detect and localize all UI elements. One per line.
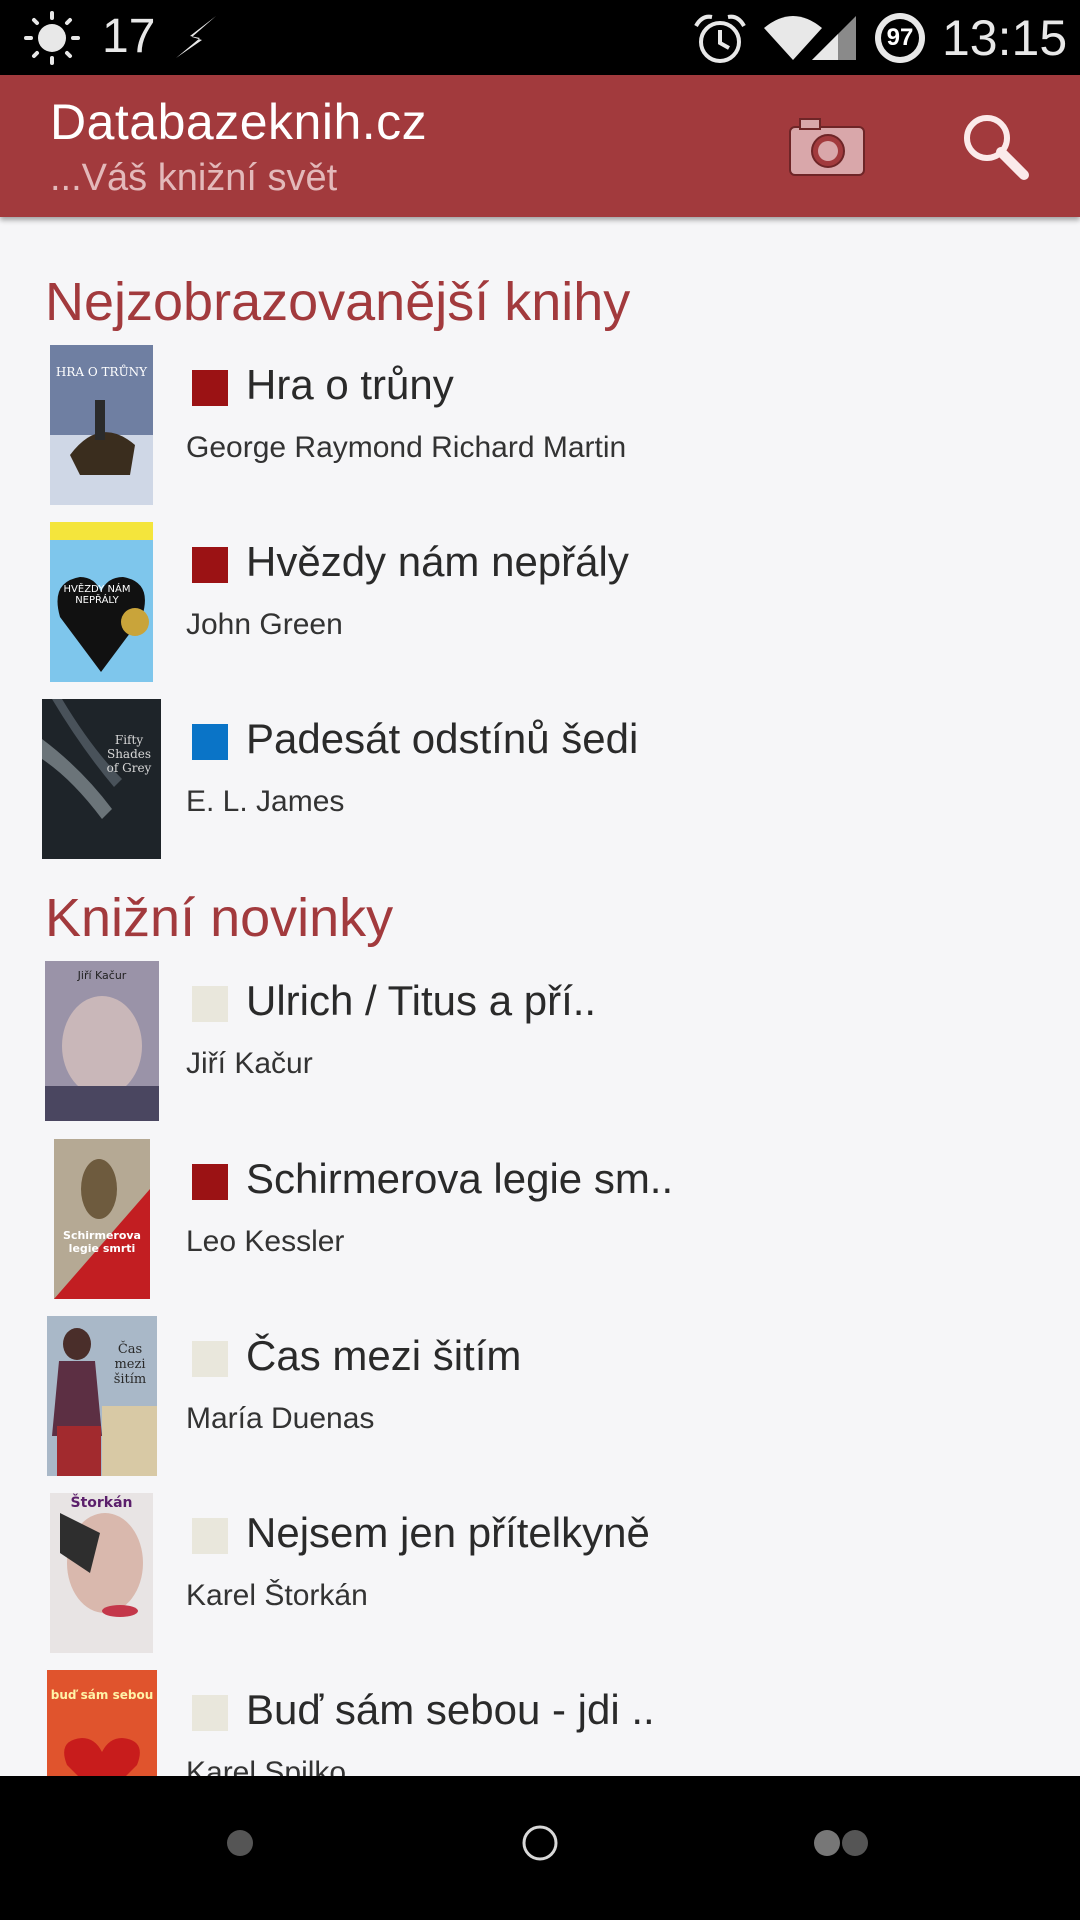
reading-status-badge xyxy=(192,986,228,1022)
recents-button[interactable] xyxy=(805,1818,875,1868)
app-bar: Databazeknih.cz ...Váš knižní svět xyxy=(0,75,1080,217)
book-cover-text: buď sám sebou xyxy=(50,1688,154,1702)
book-title: Čas mezi šitím xyxy=(246,1332,522,1379)
back-button[interactable] xyxy=(215,1818,265,1868)
camera-icon xyxy=(789,118,865,176)
book-cover-text: Fifty Shades of Grey xyxy=(106,733,152,775)
book-title: Hra o trůny xyxy=(246,361,454,408)
book-cover: HRA O TRŮNY xyxy=(50,345,153,505)
content-list[interactable]: Nejzobrazovanější knihy HRA O TRŮNY Hra … xyxy=(0,217,1080,1776)
book-author: Jiří Kačur xyxy=(186,1047,313,1080)
book-title: Padesát odstínů šedi xyxy=(246,715,639,762)
list-item[interactable]: Schirmerova legie smrti Schirmerova legi… xyxy=(0,1139,1080,1309)
book-cover-text: Schirmerova legie smrti xyxy=(63,1229,141,1255)
temperature-text: 17 xyxy=(102,10,156,63)
status-bar: 17 97 13:15 xyxy=(0,0,1080,75)
alarm-icon xyxy=(694,14,746,63)
flash-icon xyxy=(176,16,216,58)
book-title: Nejsem jen přítelkyně xyxy=(246,1509,650,1556)
camera-button[interactable] xyxy=(788,115,868,179)
book-cover: Fifty Shades of Grey xyxy=(42,699,161,859)
navigation-bar xyxy=(0,1776,1080,1920)
reading-status-badge xyxy=(192,547,228,583)
list-item[interactable]: buď sám sebou Buď sám sebou - jdi .. Kar… xyxy=(0,1670,1080,1776)
book-cover: Schirmerova legie smrti xyxy=(54,1139,150,1299)
search-button[interactable] xyxy=(960,111,1030,181)
weather-sun-icon xyxy=(24,11,80,65)
reading-status-badge xyxy=(192,724,228,760)
book-cover-text: HVĚZDY NÁM NEPŘÁLY xyxy=(63,584,131,606)
clock: 13:15 xyxy=(942,10,1068,66)
book-cover: HVĚZDY NÁM NEPŘÁLY xyxy=(50,522,153,682)
list-item[interactable]: Štorkán Nejsem jen přítelkyně Karel Štor… xyxy=(0,1493,1080,1663)
list-item[interactable]: HRA O TRŮNY Hra o trůny George Raymond R… xyxy=(0,345,1080,515)
app-title: Databazeknih.cz xyxy=(50,94,428,150)
reading-status-badge xyxy=(192,1695,228,1731)
book-cover-text: Čas mezi šitím xyxy=(113,1342,147,1387)
signal-icon xyxy=(812,16,856,60)
book-cover: Čas mezi šitím xyxy=(47,1316,157,1476)
search-icon xyxy=(964,115,1029,180)
book-title: Ulrich / Titus a pří.. xyxy=(246,977,597,1024)
book-author: Karel Spilko xyxy=(186,1756,347,1776)
list-item[interactable]: Fifty Shades of Grey Padesát odstínů šed… xyxy=(0,699,1080,869)
book-cover-text: Jiří Kačur xyxy=(77,969,127,982)
reading-status-badge xyxy=(192,370,228,406)
list-item[interactable]: Jiří Kačur Ulrich / Titus a pří.. Jiří K… xyxy=(0,961,1080,1131)
book-cover: buď sám sebou xyxy=(47,1670,157,1776)
list-item[interactable]: HVĚZDY NÁM NEPŘÁLY Hvězdy nám nepřály Jo… xyxy=(0,522,1080,692)
list-item[interactable]: Čas mezi šitím Čas mezi šitím María Duen… xyxy=(0,1316,1080,1486)
book-title: Buď sám sebou - jdi .. xyxy=(246,1686,655,1733)
book-author: María Duenas xyxy=(186,1402,375,1435)
home-button[interactable] xyxy=(515,1816,565,1870)
book-cover: Jiří Kačur xyxy=(45,961,159,1121)
book-author: George Raymond Richard Martin xyxy=(186,431,627,464)
reading-status-badge xyxy=(192,1518,228,1554)
app-subtitle: ...Váš knižní svět xyxy=(50,157,338,199)
battery-level: 97 xyxy=(886,24,914,51)
book-title: Hvězdy nám nepřály xyxy=(246,538,629,585)
book-author: Leo Kessler xyxy=(186,1225,345,1258)
section-title-new-books: Knižní novinky xyxy=(45,888,394,948)
book-title: Schirmerova legie sm.. xyxy=(246,1155,674,1202)
reading-status-badge xyxy=(192,1341,228,1377)
book-author: E. L. James xyxy=(186,785,345,818)
section-title-most-viewed: Nejzobrazovanější knihy xyxy=(45,272,631,332)
book-author: Karel Štorkán xyxy=(186,1579,368,1612)
recents-icon xyxy=(814,1830,868,1856)
reading-status-badge xyxy=(192,1164,228,1200)
book-cover-text: HRA O TRŮNY xyxy=(55,365,148,379)
book-cover: Štorkán xyxy=(50,1493,153,1653)
back-icon xyxy=(227,1830,253,1856)
book-author: John Green xyxy=(186,608,343,641)
book-cover-text: Štorkán xyxy=(70,1495,133,1511)
home-icon xyxy=(522,1825,558,1861)
